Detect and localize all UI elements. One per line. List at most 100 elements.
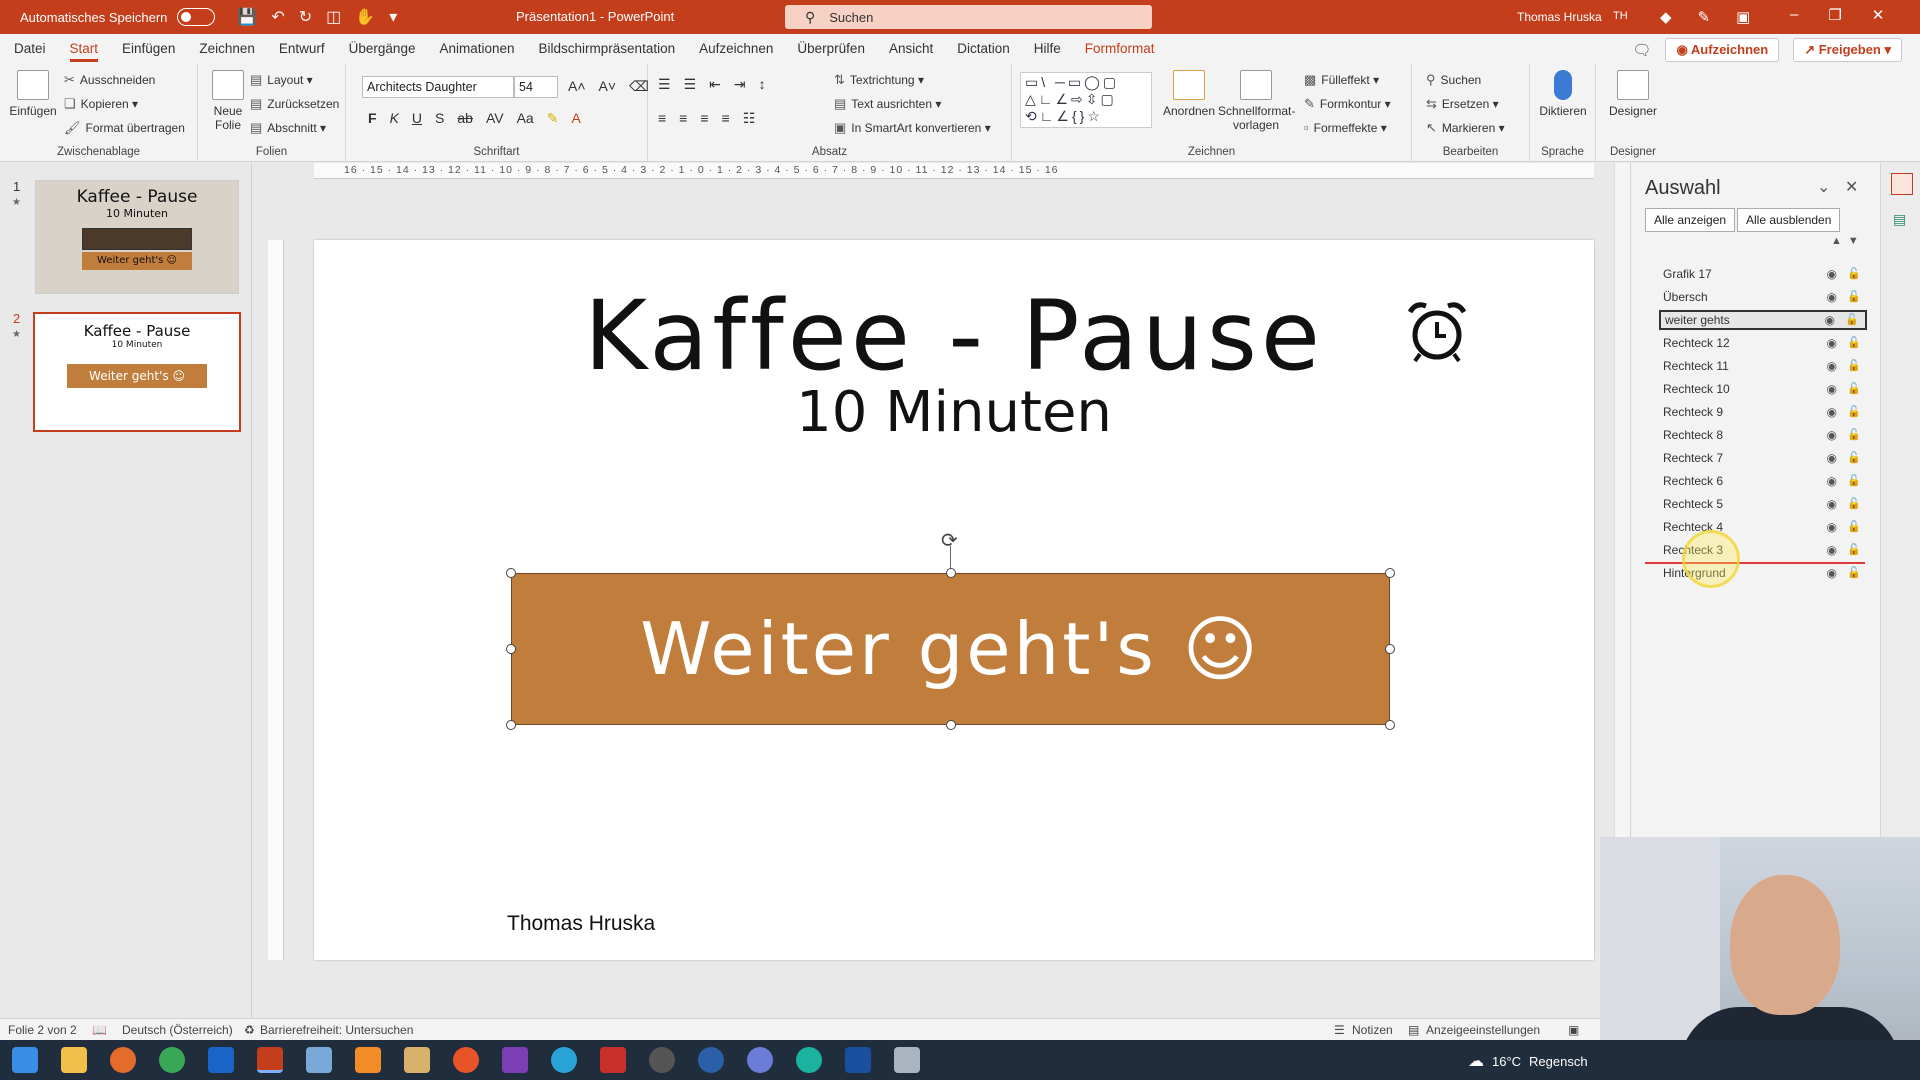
visibility-eye-icon[interactable]: ◉	[1827, 264, 1837, 284]
touch-mode-icon[interactable]: ✋	[355, 7, 375, 27]
resize-handle[interactable]	[946, 720, 956, 730]
app-icon[interactable]	[600, 1047, 626, 1073]
weather-widget[interactable]: ☁ 16°C Regensch	[1468, 1051, 1588, 1071]
visibility-eye-icon[interactable]: ◉	[1827, 333, 1837, 353]
copy-button[interactable]: ❏ Kopieren ▾	[64, 96, 138, 112]
visibility-eye-icon[interactable]: ◉	[1825, 312, 1835, 328]
visibility-eye-icon[interactable]: ◉	[1827, 517, 1837, 537]
file-explorer-icon[interactable]	[61, 1047, 87, 1073]
numbering-icon[interactable]: ☰	[684, 76, 697, 93]
normal-view-icon[interactable]: ▣	[1568, 1023, 1579, 1037]
decrease-indent-icon[interactable]: ⇤	[709, 76, 721, 93]
autosave-control[interactable]: Automatisches Speichern	[20, 8, 216, 26]
user-avatar[interactable]: TH	[1613, 10, 1628, 22]
app-icon[interactable]	[306, 1047, 332, 1073]
justify-icon[interactable]: ≡	[722, 110, 730, 127]
lock-icon[interactable]: 🔓	[1847, 494, 1861, 514]
app-icon[interactable]	[649, 1047, 675, 1073]
visibility-eye-icon[interactable]: ◉	[1827, 448, 1837, 468]
new-slide-button[interactable]: Neue Folie	[206, 70, 250, 132]
shape-outline-button[interactable]: ✎ Formkontur ▾	[1304, 96, 1391, 112]
accessibility-icon[interactable]: ♻	[244, 1023, 255, 1037]
resize-handle[interactable]	[506, 720, 516, 730]
resize-handle[interactable]	[1385, 720, 1395, 730]
replace-button[interactable]: ⇆ Ersetzen ▾	[1426, 96, 1499, 112]
tab-zeichnen[interactable]: Zeichnen	[187, 34, 267, 64]
outlook-icon[interactable]	[208, 1047, 234, 1073]
dictate-button[interactable]: Diktieren	[1536, 70, 1590, 118]
layer-item[interactable]: Rechteck 10 ◉ 🔓	[1659, 379, 1867, 399]
visibility-eye-icon[interactable]: ◉	[1827, 540, 1837, 560]
char-spacing-icon[interactable]: AV	[486, 110, 504, 127]
shadow-icon[interactable]: S	[435, 110, 444, 127]
lock-icon[interactable]: 🔓	[1847, 540, 1861, 560]
increase-indent-icon[interactable]: ⇥	[734, 76, 746, 93]
app-icon[interactable]	[747, 1047, 773, 1073]
record-button[interactable]: ◉ Aufzeichnen	[1665, 38, 1780, 62]
find-button[interactable]: ⚲ Suchen	[1426, 72, 1481, 88]
move-down-icon[interactable]: ▼	[1848, 235, 1859, 247]
user-name[interactable]: Thomas Hruska	[1517, 10, 1602, 24]
show-all-button[interactable]: Alle anzeigen	[1645, 208, 1736, 232]
lock-icon[interactable]: 🔓	[1847, 379, 1861, 399]
font-name-combo[interactable]: Architects Daughter	[362, 76, 514, 98]
align-center-icon[interactable]: ≡	[679, 110, 687, 127]
windows-start-icon[interactable]	[12, 1047, 38, 1073]
slide-author[interactable]: Thomas Hruska	[507, 912, 655, 936]
layer-item[interactable]: Grafik 17 ◉ 🔓	[1659, 264, 1867, 284]
pane-close-icon[interactable]: ✕	[1845, 177, 1858, 197]
redo-icon[interactable]: ↻	[299, 7, 312, 27]
layer-item[interactable]: Rechteck 5 ◉ 🔓	[1659, 494, 1867, 514]
alarm-clock-icon[interactable]	[1404, 298, 1470, 364]
lock-icon[interactable]: 🔓	[1847, 287, 1861, 307]
tab-formformat[interactable]: Formformat	[1073, 34, 1167, 64]
lock-icon[interactable]: 🔓	[1847, 425, 1861, 445]
align-right-icon[interactable]: ≡	[700, 110, 708, 127]
tab-uebergaenge[interactable]: Übergänge	[337, 34, 428, 64]
format-pane-icon[interactable]: ▤	[1893, 211, 1906, 228]
lock-icon[interactable]: 🔓	[1847, 517, 1861, 537]
layer-item[interactable]: weiter gehts ◉ 🔓	[1659, 310, 1867, 330]
visibility-eye-icon[interactable]: ◉	[1827, 379, 1837, 399]
visibility-eye-icon[interactable]: ◉	[1827, 287, 1837, 307]
app-icon[interactable]	[453, 1047, 479, 1073]
save-icon[interactable]: 💾	[237, 7, 257, 27]
select-button[interactable]: ↖ Markieren ▾	[1426, 120, 1505, 136]
tab-bildschirmpraesentation[interactable]: Bildschirmpräsentation	[527, 34, 688, 64]
resize-handle[interactable]	[946, 568, 956, 578]
vlc-icon[interactable]	[355, 1047, 381, 1073]
underline-icon[interactable]: U	[412, 110, 422, 127]
shrink-font-icon[interactable]: A˅	[599, 78, 617, 95]
pane-options-icon[interactable]: ⌄	[1817, 177, 1830, 197]
slide-thumbnail-1[interactable]: Kaffee - Pause 10 Minuten Weiter geht's …	[35, 180, 239, 294]
comments-icon[interactable]: 🗨	[1632, 41, 1651, 59]
visibility-eye-icon[interactable]: ◉	[1827, 402, 1837, 422]
layer-item[interactable]: Rechteck 6 ◉ 🔓	[1659, 471, 1867, 491]
clear-format-icon[interactable]: ⌫	[629, 78, 649, 95]
shapes-gallery[interactable]: ▭\ ─▭◯▢ △∟∠⇨⇳▢ ⟲∟∠{}☆	[1020, 72, 1152, 128]
bullets-icon[interactable]: ☰	[658, 76, 671, 93]
ribbon-display-icon[interactable]: ▣	[1736, 8, 1750, 26]
line-spacing-icon[interactable]: ↕	[759, 76, 766, 93]
text-direction-button[interactable]: ⇅ Textrichtung ▾	[834, 72, 924, 88]
app-icon[interactable]	[404, 1047, 430, 1073]
strikethrough-icon[interactable]: ab	[457, 110, 473, 127]
diamond-icon[interactable]: ◆	[1660, 8, 1672, 26]
tab-aufzeichnen[interactable]: Aufzeichnen	[687, 34, 785, 64]
layer-item[interactable]: Rechteck 8 ◉ 🔓	[1659, 425, 1867, 445]
designer-button[interactable]: Designer	[1602, 70, 1664, 118]
resize-handle[interactable]	[1385, 644, 1395, 654]
layer-item[interactable]: Rechteck 4 ◉ 🔓	[1659, 517, 1867, 537]
tab-animationen[interactable]: Animationen	[427, 34, 526, 64]
highlight-icon[interactable]: ✎	[547, 110, 559, 127]
lock-icon[interactable]: 🔓	[1847, 563, 1861, 583]
weiter-gehts-button-shape[interactable]: Weiter geht's ☺	[511, 573, 1390, 725]
resize-handle[interactable]	[506, 568, 516, 578]
layer-item[interactable]: Übersch ◉ 🔓	[1659, 287, 1867, 307]
visibility-eye-icon[interactable]: ◉	[1827, 471, 1837, 491]
lock-icon[interactable]: 🔓	[1847, 471, 1861, 491]
lock-icon[interactable]: 🔓	[1847, 333, 1861, 353]
tab-ansicht[interactable]: Ansicht	[877, 34, 945, 64]
accessibility-status[interactable]: Barrierefreiheit: Untersuchen	[260, 1023, 413, 1037]
close-icon[interactable]: ✕	[1872, 6, 1885, 24]
